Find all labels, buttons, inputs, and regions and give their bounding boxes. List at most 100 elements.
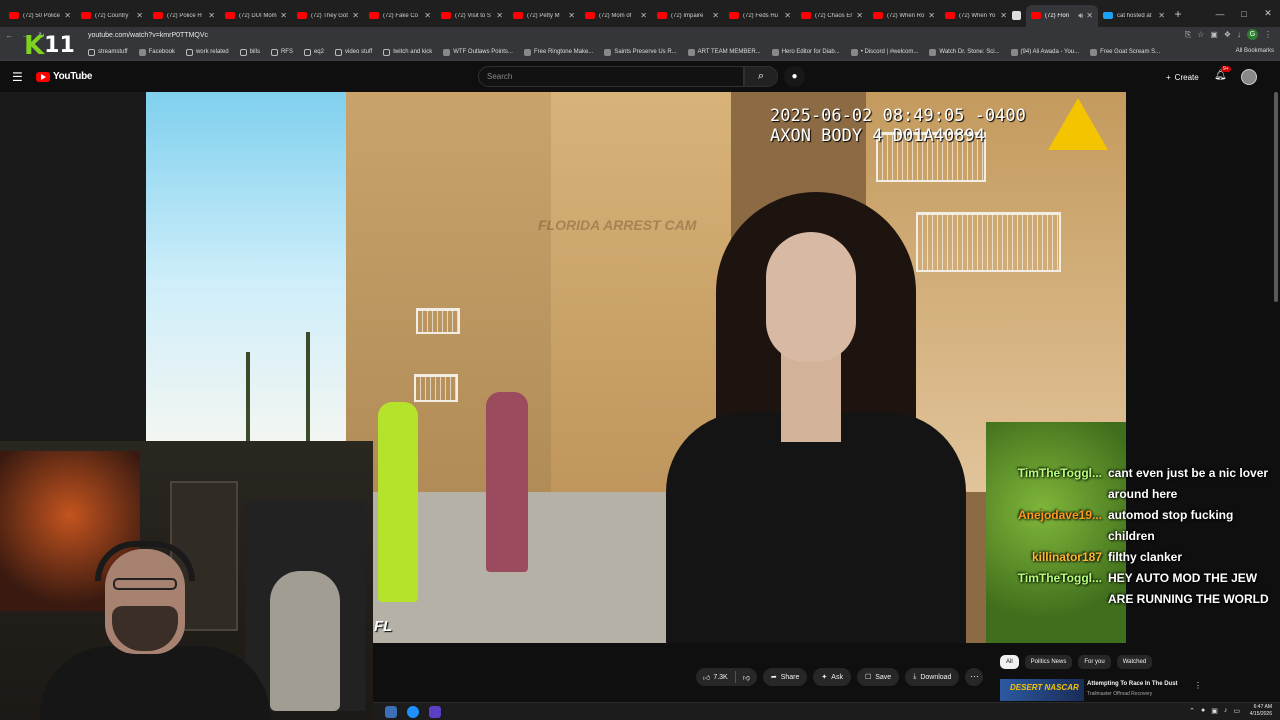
create-button[interactable]: + Create — [1160, 69, 1205, 85]
bookmark-item[interactable]: eq2 — [303, 48, 324, 56]
close-tab-icon[interactable]: ✕ — [1000, 11, 1007, 20]
tab-13[interactable]: (72) When Yo ✕ — [940, 5, 1012, 27]
voice-search-button[interactable]: ● — [784, 66, 805, 87]
tab-12[interactable]: (72) When Ro ✕ — [868, 5, 940, 27]
close-tab-icon[interactable]: ✕ — [208, 11, 215, 20]
bookmark-star-icon[interactable]: ☆ — [1197, 30, 1204, 39]
bookmark-item[interactable]: (94) Ali Awada - You... — [1010, 48, 1079, 56]
filter-chip[interactable]: All — [1000, 655, 1019, 669]
video-actions: 👍︎ 7.3K 👎︎ ➦ Share ✦ Ask ☐ Save ⤓ Downlo… — [696, 668, 984, 686]
download-button[interactable]: ⤓ Download — [905, 668, 960, 686]
close-tab-icon[interactable]: ✕ — [928, 11, 935, 20]
bookmark-item[interactable]: streamstuff — [88, 48, 128, 56]
speaker-icon[interactable]: 🔊︎ — [1078, 11, 1083, 21]
tab-3[interactable]: (72) DUI Mom ✕ — [220, 5, 292, 27]
close-tab-icon[interactable]: ✕ — [136, 11, 143, 20]
close-tab-icon[interactable]: ✕ — [1158, 11, 1165, 20]
bookmark-item[interactable]: Saints Preserve Us R... — [604, 48, 677, 56]
close-tab-icon[interactable]: ✕ — [712, 11, 719, 20]
more-actions-button[interactable]: ⋯ — [965, 668, 984, 686]
tab-last[interactable]: cat hosted at ✕ — [1098, 5, 1170, 27]
close-tab-icon[interactable]: ✕ — [352, 11, 359, 20]
profile-avatar[interactable]: G — [1247, 29, 1258, 40]
tab-0[interactable]: (72) 50 Police ✕ — [4, 5, 76, 27]
back-icon[interactable]: ← — [3, 31, 16, 40]
filter-chip[interactable]: For you — [1078, 655, 1111, 669]
settings-app-icon[interactable] — [385, 706, 397, 718]
tab-8[interactable]: (72) Mom of ✕ — [580, 5, 652, 27]
volume-icon[interactable]: ♪ — [1224, 707, 1228, 715]
recommended-thumbnail[interactable]: DESERT NASCAR — [1000, 679, 1084, 701]
tab-11[interactable]: (72) Chaos Er ✕ — [796, 5, 868, 27]
bookmark-item[interactable]: Hero Editor for Diab... — [771, 48, 840, 56]
close-tab-icon[interactable]: ✕ — [568, 11, 575, 20]
recommended-menu-icon[interactable]: ⋮ — [1194, 681, 1202, 690]
page-scrollbar[interactable] — [1274, 92, 1278, 302]
menu-hamburger-icon[interactable]: ☰ — [12, 70, 23, 84]
close-tab-icon[interactable]: ✕ — [64, 11, 71, 20]
close-tab-icon[interactable]: ✕ — [424, 11, 431, 20]
mic-tray-icon[interactable]: ● — [1201, 707, 1205, 715]
extension-icon[interactable]: ▣ — [1210, 30, 1218, 39]
filter-chip[interactable]: Watched — [1116, 655, 1153, 669]
network-icon[interactable]: ▣ — [1211, 707, 1218, 715]
account-avatar[interactable] — [1241, 69, 1257, 85]
bookmark-item[interactable]: ART TEAM MEMBER... — [687, 48, 761, 56]
bookmark-item[interactable]: Free Goat Scream S... — [1090, 48, 1160, 56]
notifications-button[interactable]: 🔔︎ 9+ — [1214, 66, 1231, 81]
tab-2[interactable]: (72) Police H ✕ — [148, 5, 220, 27]
minimize-icon[interactable]: — — [1208, 9, 1232, 19]
recommended-video[interactable]: DESERT NASCAR Attempting To Race In The … — [1000, 679, 1276, 701]
close-tab-icon[interactable]: ✕ — [496, 11, 503, 20]
search-button[interactable]: ⌕ — [744, 66, 778, 87]
tab-5[interactable]: (72) Fake Co ✕ — [364, 5, 436, 27]
menu-kebab-icon[interactable]: ⋮ — [1264, 30, 1272, 39]
install-icon[interactable]: ⎘ — [1185, 30, 1191, 40]
bookmark-item[interactable]: twitch and kick — [383, 48, 432, 56]
bookmark-item[interactable]: Free Ringtone Make... — [523, 48, 593, 56]
tab-6[interactable]: (72) Visit to S ✕ — [436, 5, 508, 27]
extensions-puzzle-icon[interactable]: ❖ — [1224, 30, 1231, 39]
browser-app-icon[interactable] — [407, 706, 419, 718]
tab-active[interactable]: (72) Flori 🔊︎ ✕ — [1026, 4, 1098, 27]
bookmark-item[interactable]: Facebook — [138, 48, 175, 56]
recommended-channel[interactable]: Trailmaster Offroad Recovery — [1087, 691, 1152, 697]
dislike-button[interactable]: 👎︎ — [736, 673, 757, 682]
close-tab-icon[interactable]: ✕ — [280, 11, 287, 20]
share-button[interactable]: ➦ Share — [762, 668, 808, 686]
new-tab-button[interactable]: + — [1170, 7, 1186, 21]
bookmark-item[interactable]: Watch Dr. Stone: Sci... — [929, 48, 1000, 56]
tab-7[interactable]: (72) Petty M ✕ — [508, 5, 580, 27]
all-bookmarks-button[interactable]: All Bookmarks — [1236, 48, 1274, 54]
close-tab-icon[interactable]: ✕ — [1086, 11, 1093, 20]
filter-chip[interactable]: Politics News — [1024, 655, 1073, 669]
save-button[interactable]: ☐ Save — [856, 668, 900, 686]
close-tab-icon[interactable]: ✕ — [640, 11, 647, 20]
battery-icon[interactable]: ▭ — [1233, 707, 1240, 715]
system-clock[interactable]: 6:47 AM 4/15/2026 — [1250, 704, 1272, 718]
bookmark-item[interactable]: RFS — [270, 48, 293, 56]
ask-button[interactable]: ✦ Ask — [813, 668, 851, 686]
obs-app-icon[interactable] — [429, 706, 441, 718]
tab-4[interactable]: (72) They Got ✕ — [292, 5, 364, 27]
search-input[interactable]: Search — [478, 66, 744, 87]
url-field[interactable]: youtube.com/watch?v=kmrP0TTMQVc — [88, 32, 208, 39]
recommended-title[interactable]: Attempting To Race In The Dust — [1087, 681, 1178, 687]
tab-9[interactable]: (72) Impaire ✕ — [652, 5, 724, 27]
tab-blank[interactable] — [1012, 5, 1026, 27]
bookmark-item[interactable]: • Discord | #welcom... — [850, 48, 918, 56]
like-button[interactable]: 👍︎ 7.3K — [696, 673, 735, 682]
tab-1[interactable]: (72) Country ✕ — [76, 5, 148, 27]
bookmark-item[interactable]: work related — [185, 48, 229, 56]
close-tab-icon[interactable]: ✕ — [784, 11, 791, 20]
close-window-icon[interactable]: ✕ — [1256, 8, 1280, 19]
download-icon[interactable]: ↓ — [1237, 30, 1241, 39]
chevron-up-icon[interactable]: ⌃ — [1189, 707, 1195, 715]
tab-10[interactable]: (72) Feds Hu ✕ — [724, 5, 796, 27]
bookmark-item[interactable]: video stuff — [334, 48, 372, 56]
youtube-logo[interactable]: YouTube — [36, 71, 93, 82]
maximize-icon[interactable]: □ — [1232, 9, 1256, 19]
close-tab-icon[interactable]: ✕ — [856, 11, 863, 20]
bookmark-item[interactable]: WTF Outlaws Points... — [443, 48, 513, 56]
bookmark-item[interactable]: bills — [239, 48, 260, 56]
